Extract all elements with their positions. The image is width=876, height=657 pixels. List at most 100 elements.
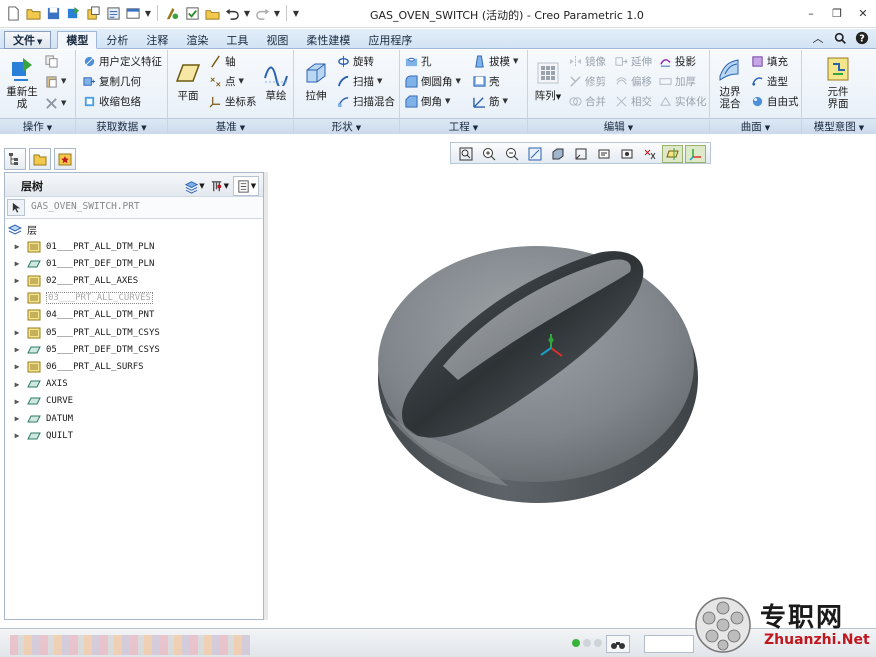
expand-arrow-icon[interactable]: ▶ xyxy=(12,414,22,423)
group-label-model-intent[interactable]: 模型意图 ▼ xyxy=(802,118,876,134)
layer-item[interactable]: ▶ AXIS xyxy=(5,376,68,393)
user-defined-feature-button[interactable]: 用户定义特征 xyxy=(82,52,162,70)
regenerate-button[interactable]: 重新生成 xyxy=(4,54,40,110)
datum-csys-button[interactable]: 坐标系 xyxy=(208,92,257,110)
layer-item[interactable]: ▶ DATUM xyxy=(5,410,74,427)
paste-button[interactable]: ▼ xyxy=(44,72,66,90)
expand-arrow-icon[interactable]: ▶ xyxy=(12,276,22,285)
tab-applications[interactable]: 应用程序 xyxy=(359,31,421,49)
customize-toolbar-icon[interactable]: ▼ xyxy=(292,9,300,18)
chevron-down-icon[interactable]: ▼ xyxy=(144,9,152,18)
rib-button[interactable]: 筋 ▼ xyxy=(472,92,508,110)
display-style-icon[interactable] xyxy=(547,145,568,163)
expand-arrow-icon[interactable]: ▶ xyxy=(12,328,22,337)
help-icon[interactable]: ? xyxy=(854,30,870,46)
expand-arrow-icon[interactable]: ▶ xyxy=(12,345,22,354)
extrude-button[interactable]: 拉伸 xyxy=(298,58,334,102)
revolve-button[interactable]: 旋转 xyxy=(336,52,374,70)
restore-button[interactable]: ❐ xyxy=(824,3,850,23)
view-manager-icon[interactable] xyxy=(593,145,614,163)
group-label-engineering[interactable]: 工程 ▼ xyxy=(400,118,527,134)
layer-item[interactable]: ▶ 03___PRT_ALL_CURVES xyxy=(5,290,153,307)
datum-plane-button[interactable]: 平面 xyxy=(170,58,206,102)
zoom-in-icon[interactable] xyxy=(478,145,499,163)
layer-item[interactable]: ▶ CURVE xyxy=(5,393,74,410)
solidify-button[interactable]: 实体化 xyxy=(658,92,707,110)
plane-display-icon[interactable] xyxy=(662,145,683,163)
redo-icon[interactable] xyxy=(253,4,271,22)
project-button[interactable]: 投影 xyxy=(658,52,696,70)
datum-display-icon[interactable] xyxy=(639,145,660,163)
repaint-icon[interactable] xyxy=(524,145,545,163)
copy-geometry-button[interactable]: 复制几何 xyxy=(82,72,141,90)
tab-annotate[interactable]: 注释 xyxy=(137,31,177,49)
expand-arrow-icon[interactable]: ▶ xyxy=(12,242,22,251)
check-icon[interactable] xyxy=(183,4,201,22)
tab-model[interactable]: 模型 xyxy=(57,31,98,49)
swept-blend-button[interactable]: 扫描混合 xyxy=(336,92,395,110)
sketch-button[interactable]: 草绘 xyxy=(258,58,294,102)
group-label-surfaces[interactable]: 曲面 ▼ xyxy=(710,118,801,134)
draft-button[interactable]: 拔模 ▼ xyxy=(472,52,518,70)
selection-filter[interactable] xyxy=(644,635,694,653)
layer-item[interactable]: ▶ 01___PRT_DEF_DTM_PLN xyxy=(5,255,155,272)
expand-arrow-icon[interactable]: ▶ xyxy=(12,431,22,440)
offset-button[interactable]: 偏移 xyxy=(614,72,652,90)
chevron-down-icon[interactable]: ▼ xyxy=(243,9,251,18)
shell-button[interactable]: 壳 xyxy=(472,72,500,90)
expand-arrow-icon[interactable]: ▶ xyxy=(12,362,22,371)
properties-icon[interactable] xyxy=(104,4,122,22)
layer-item[interactable]: ▶ 02___PRT_ALL_AXES xyxy=(5,272,138,289)
layer-item[interactable]: 04___PRT_ALL_DTM_PNT xyxy=(5,307,154,324)
folder-check-icon[interactable] xyxy=(203,4,221,22)
cursor-arrow-icon[interactable] xyxy=(7,199,25,216)
open-folder-icon[interactable] xyxy=(24,4,42,22)
folder-browser-tab[interactable] xyxy=(29,148,51,170)
copy-button[interactable] xyxy=(44,52,58,70)
layer-item[interactable]: ▶ 05___PRT_ALL_DTM_CSYS xyxy=(5,324,160,341)
fill-button[interactable]: 填充 xyxy=(750,52,788,70)
layer-menu-icon[interactable]: ▼ xyxy=(184,177,205,195)
perspective-icon[interactable] xyxy=(616,145,637,163)
new-file-icon[interactable] xyxy=(4,4,22,22)
model-tree-tab[interactable] xyxy=(4,148,26,170)
chevron-down-icon[interactable]: ▼ xyxy=(273,9,281,18)
expand-arrow-icon[interactable]: ▶ xyxy=(12,259,22,268)
shrinkwrap-button[interactable]: 收缩包络 xyxy=(82,92,141,110)
datum-axis-button[interactable]: 轴 xyxy=(208,52,236,70)
layer-item[interactable]: ▶ 06___PRT_ALL_SURFS xyxy=(5,358,144,375)
chevron-up-icon[interactable]: ︿ xyxy=(810,30,826,46)
chamfer-button[interactable]: 倒角 ▼ xyxy=(404,92,450,110)
minimize-button[interactable]: – xyxy=(798,3,824,23)
expand-arrow-icon[interactable]: ▶ xyxy=(12,294,22,303)
regenerate-icon[interactable] xyxy=(64,4,82,22)
tab-flexible-modeling[interactable]: 柔性建模 xyxy=(297,31,359,49)
pattern-button[interactable]: 阵列▼ xyxy=(530,58,566,103)
tab-analysis[interactable]: 分析 xyxy=(97,31,137,49)
search-icon[interactable] xyxy=(832,30,848,46)
tab-view[interactable]: 视图 xyxy=(257,31,297,49)
freestyle-button[interactable]: 自由式 xyxy=(750,92,799,110)
extend-button[interactable]: 延伸 xyxy=(614,52,652,70)
merge-button[interactable]: 合并 xyxy=(568,92,606,110)
intersect-button[interactable]: 相交 xyxy=(614,92,652,110)
model-3d-view[interactable] xyxy=(268,168,872,624)
boundary-blend-button[interactable]: 边界混合 xyxy=(712,54,748,110)
group-label-get-data[interactable]: 获取数据 ▼ xyxy=(76,118,167,134)
tab-tools[interactable]: 工具 xyxy=(217,31,257,49)
group-label-shapes[interactable]: 形状 ▼ xyxy=(294,118,399,134)
delete-button[interactable]: ▼ xyxy=(44,94,66,112)
layer-settings-icon[interactable]: ▼ xyxy=(209,177,229,195)
datum-point-button[interactable]: 点 ▼ xyxy=(208,72,244,90)
trim-button[interactable]: 修剪 xyxy=(568,72,606,90)
group-label-operations[interactable]: 操作 ▼ xyxy=(0,118,75,134)
style-button[interactable]: 造型 xyxy=(750,72,788,90)
layer-item[interactable]: ▶ 05___PRT_DEF_DTM_CSYS xyxy=(5,341,160,358)
layer-item[interactable]: ▶ QUILT xyxy=(5,427,74,444)
component-interface-button[interactable]: 元件界面 xyxy=(820,54,856,110)
zoom-out-icon[interactable] xyxy=(501,145,522,163)
window-icon[interactable] xyxy=(84,4,102,22)
saved-orientations-icon[interactable] xyxy=(570,145,591,163)
tab-render[interactable]: 渲染 xyxy=(177,31,217,49)
expand-arrow-icon[interactable]: ▶ xyxy=(12,397,22,406)
